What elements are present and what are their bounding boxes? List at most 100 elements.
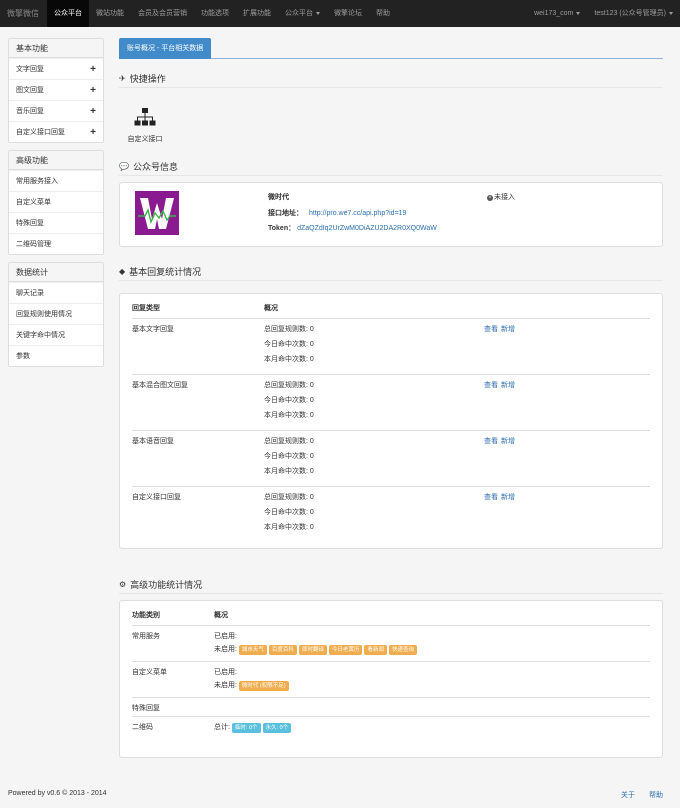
overview-line: 总回复规则数: 0	[264, 382, 314, 389]
plus-icon[interactable]: +	[90, 59, 96, 79]
section-title: 基本回复统计情况	[129, 266, 202, 277]
sidebar-item-services[interactable]: 常用服务接入	[9, 170, 103, 191]
reply-overview: 总回复规则数: 0 今日命中次数: 0 本月命中次数: 0	[264, 324, 484, 374]
overview-line: 今日命中次数: 0	[264, 397, 314, 404]
disabled-label: 未启用:	[214, 646, 237, 653]
col-reply-type: 回复类型	[132, 305, 160, 312]
nav-micro-site[interactable]: 微站功能	[89, 0, 131, 27]
feature-overview: 总计: 临时: 0个 永久: 0个	[214, 722, 293, 733]
feature-overview: 已启用: 未启用: 城市天气 百度百科 即时翻译 今日老黄历 看新闻 快递查询	[214, 631, 419, 657]
view-link[interactable]: 查看	[484, 438, 498, 445]
service-badge[interactable]: 今日老黄历	[328, 645, 363, 655]
sidebar-item-custom-api-reply[interactable]: 自定义接口回复 +	[9, 121, 103, 142]
view-link[interactable]: 查看	[484, 382, 498, 389]
nav-extensions[interactable]: 扩展功能	[236, 0, 278, 27]
service-badge[interactable]: 城市天气	[238, 645, 267, 655]
overview-line: 今日命中次数: 0	[264, 453, 314, 460]
nav-help[interactable]: 帮助	[369, 0, 397, 27]
custom-api-shortcut[interactable]: 自定义接口	[125, 106, 165, 144]
tab-account-overview[interactable]: 账号概况 - 平台相关数据	[119, 38, 212, 59]
account-info-heading: 💬 公众号信息	[119, 158, 663, 176]
sidebar-item-text-reply[interactable]: 文字回复 +	[9, 58, 103, 79]
access-status: × 未接入	[487, 192, 515, 202]
table-row: 基本语音回复 总回复规则数: 0 今日命中次数: 0 本月命中次数: 0 查看 新增	[132, 431, 650, 487]
overview-line: 本月命中次数: 0	[264, 524, 314, 531]
col-feature-type: 功能类别	[132, 612, 160, 619]
service-badge[interactable]: 快递查询	[388, 645, 417, 655]
sidebar-item-music-reply[interactable]: 音乐回复 +	[9, 100, 103, 121]
custom-api-label: 自定义接口	[127, 136, 163, 143]
row-actions: 查看 新增	[484, 324, 515, 374]
add-link[interactable]: 新增	[501, 326, 515, 333]
plus-icon[interactable]: +	[90, 122, 96, 142]
sitemap-icon	[134, 108, 156, 126]
reply-type: 基本混合图文回复	[132, 382, 188, 389]
service-badge[interactable]: 百度百科	[268, 645, 297, 655]
account-switcher[interactable]: wei173_com	[527, 0, 587, 27]
top-navbar: 微擎微信 公众平台 微站功能 会员及会员营销 功能选项 扩展功能 公众平台 微擎…	[0, 0, 680, 27]
feature-label: 自定义菜单	[132, 669, 167, 676]
sidebar: 基本功能 文字回复 + 图文回复 + 音乐回复 + 自定义接口回复 + 高级功能 常用服…	[8, 38, 104, 374]
table-header: 回复类型 概况	[132, 294, 650, 319]
table-header: 功能类别 概况	[132, 601, 650, 626]
nav-public-platform[interactable]: 公众平台	[47, 0, 89, 27]
enabled-line: 已启用:	[214, 669, 237, 676]
main-content: 账号概况 - 平台相关数据 ✈ 快捷操作 自定义接口 💬 公众号信息 微时代 接…	[119, 38, 663, 758]
feature-label: 常用服务	[132, 633, 160, 640]
sidebar-item-keyword-hits[interactable]: 关键字命中情况	[9, 324, 103, 345]
plus-icon[interactable]: +	[90, 101, 96, 121]
sidebar-item-rule-usage[interactable]: 回复规则使用情况	[9, 303, 103, 324]
service-badge[interactable]: 即时翻译	[298, 645, 327, 655]
sidebar-group-title: 基本功能	[9, 39, 103, 58]
section-title: 高级功能统计情况	[130, 579, 203, 590]
about-link[interactable]: 关于	[621, 792, 635, 799]
overview-line: 今日命中次数: 0	[264, 341, 314, 348]
table-row: 常用服务 已启用: 未启用: 城市天气 百度百科 即时翻译 今日老黄历 看新闻 快递查询	[132, 626, 650, 662]
api-url-label: 接口地址：	[268, 210, 303, 217]
overview-line: 本月命中次数: 0	[264, 468, 314, 475]
add-link[interactable]: 新增	[501, 494, 515, 501]
qrcode-badge[interactable]: 临时: 0个	[231, 723, 261, 733]
nav-platform-dropdown[interactable]: 公众平台	[278, 0, 327, 27]
sidebar-item-custom-menu[interactable]: 自定义菜单	[9, 191, 103, 212]
nav-options[interactable]: 功能选项	[194, 0, 236, 27]
token-label: Token：	[268, 225, 296, 232]
sidebar-item-label: 自定义接口回复	[16, 129, 65, 136]
user-menu[interactable]: test123 (公众号管理员)	[587, 0, 680, 27]
help-link[interactable]: 帮助	[649, 792, 663, 799]
total-label: 总计:	[214, 724, 230, 731]
close-circle-icon: ×	[487, 195, 493, 201]
nav-forum[interactable]: 微擎论坛	[327, 0, 369, 27]
account-name-text: 微时代	[268, 194, 289, 201]
qrcode-badge[interactable]: 永久: 0个	[262, 723, 292, 733]
sidebar-item-params[interactable]: 参数	[9, 345, 103, 366]
advanced-stats-table: 功能类别 概况 常用服务 已启用: 未启用: 城市天气 百度百科 即时翻译 今日老黄历…	[119, 600, 663, 758]
api-url-link[interactable]: http://pro.we7.cc/api.php?id=19	[309, 210, 406, 217]
account-name: wei173_com	[534, 10, 574, 17]
view-link[interactable]: 查看	[484, 326, 498, 333]
add-link[interactable]: 新增	[501, 438, 515, 445]
disabled-line: 未启用: 城市天气 百度百科 即时翻译 今日老黄历 看新闻 快递查询	[214, 643, 419, 657]
feature-overview: 已启用: 未启用: 微时代 (权限不足)	[214, 667, 291, 693]
powered-by: Powered by v0.6 © 2013 - 2014	[8, 790, 107, 797]
cogs-icon: ⚙	[119, 579, 127, 589]
sidebar-item-qrcode[interactable]: 二维码管理	[9, 233, 103, 254]
sidebar-item-special-reply[interactable]: 特殊回复	[9, 212, 103, 233]
table-row: 基本文字回复 总回复规则数: 0 今日命中次数: 0 本月命中次数: 0 查看 新增	[132, 319, 650, 375]
sidebar-group-stats: 数据统计 聊天记录 回复规则使用情况 关键字命中情况 参数	[8, 262, 104, 367]
add-link[interactable]: 新增	[501, 382, 515, 389]
basic-stats-heading: ◆ 基本回复统计情况	[119, 263, 663, 281]
token-value[interactable]: dZaQZdIq2UrZwM0DiAZU2DA2R0XQ0WaW	[297, 225, 437, 232]
brand-logo[interactable]: 微擎微信	[0, 8, 47, 19]
nav-members[interactable]: 会员及会员营销	[131, 0, 194, 27]
sidebar-item-news-reply[interactable]: 图文回复 +	[9, 79, 103, 100]
service-badge[interactable]: 看新闻	[364, 645, 387, 655]
sidebar-group-title: 数据统计	[9, 263, 103, 282]
reply-type: 基本语音回复	[132, 438, 174, 445]
table-body: 基本文字回复 总回复规则数: 0 今日命中次数: 0 本月命中次数: 0 查看 新增 基本混…	[132, 319, 650, 543]
menu-badge[interactable]: 微时代 (权限不足)	[238, 681, 289, 691]
sidebar-item-chat-log[interactable]: 聊天记录	[9, 282, 103, 303]
plus-icon[interactable]: +	[90, 80, 96, 100]
view-link[interactable]: 查看	[484, 494, 498, 501]
overview-line: 总回复规则数: 0	[264, 326, 314, 333]
